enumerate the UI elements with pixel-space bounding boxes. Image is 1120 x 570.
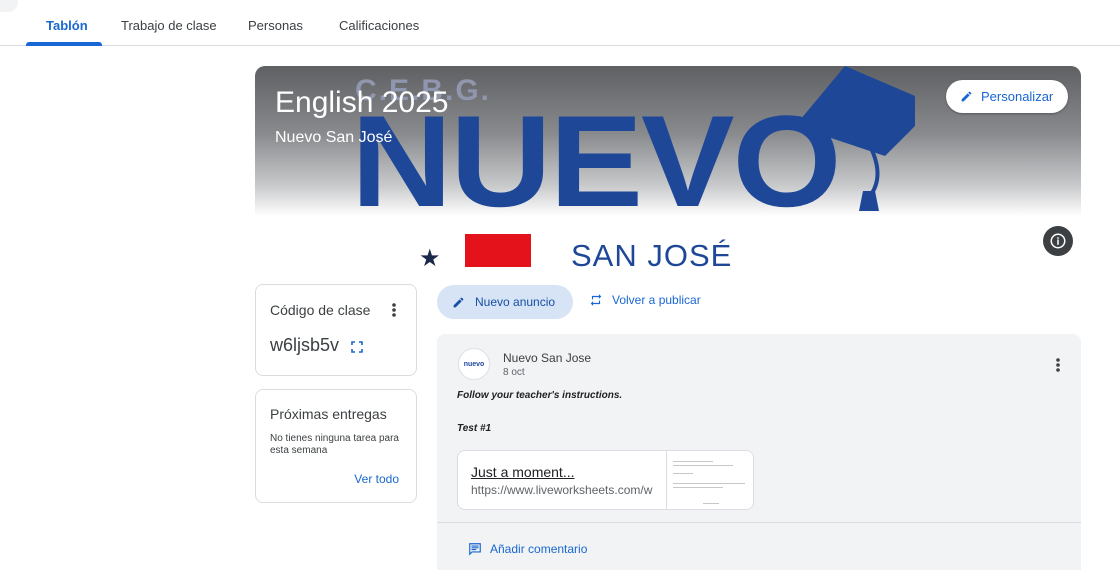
view-all-link[interactable]: Ver todo — [354, 472, 399, 486]
class-code-value: w6ljsb5v — [270, 335, 340, 355]
tab-grades[interactable]: Calificaciones — [339, 18, 419, 33]
post-author: Nuevo San Jose — [503, 351, 592, 365]
post-date: 8 oct — [503, 367, 525, 378]
top-tab-bar: Tablón Trabajo de clase Personas Calific… — [0, 0, 1120, 46]
star-icon: ★ — [419, 245, 441, 272]
info-icon — [1050, 233, 1066, 249]
attachment-thumbnail — [666, 451, 753, 509]
class-code-card: Código de clase w6ljsb5v — [255, 284, 417, 376]
upcoming-description: No tienes ninguna tarea para esta semana — [270, 433, 399, 456]
new-announcement-label: Nuevo anuncio — [475, 295, 556, 309]
post-text-line-1: Follow your teacher's instructions. — [457, 390, 623, 401]
corner-mark — [0, 0, 18, 12]
upcoming-label: Próximas entregas — [270, 406, 387, 422]
repost-icon — [590, 294, 602, 306]
customize-button[interactable]: Personalizar — [946, 80, 1068, 113]
class-code-label: Código de clase — [270, 302, 371, 318]
add-comment-label: Añadir comentario — [490, 542, 588, 556]
tab-people[interactable]: Personas — [248, 18, 303, 33]
link-attachment[interactable]: Just a moment... https://www.liveworkshe… — [457, 450, 754, 510]
more-vert-icon[interactable] — [386, 301, 402, 319]
class-title: English 2025 — [275, 86, 449, 119]
more-vert-icon[interactable] — [1050, 356, 1066, 374]
post-text-line-2: Test #1 — [457, 423, 492, 434]
post-divider — [437, 522, 1081, 523]
attachment-title: Just a moment... — [471, 464, 575, 480]
logo-bottom-text: SAN JOSÉ — [571, 238, 733, 273]
class-banner: C.E.B.G. NUEVO ★ SAN JOSÉ English 2025 N… — [255, 66, 1081, 278]
fullscreen-icon[interactable] — [351, 341, 363, 353]
repost-label: Volver a publicar — [612, 293, 701, 307]
graduation-cap-icon — [795, 66, 915, 211]
announcement-post: nuevo Nuevo San Jose 8 oct Follow your t… — [437, 334, 1081, 570]
customize-label: Personalizar — [981, 89, 1054, 104]
avatar: nuevo — [458, 348, 490, 380]
tab-stream[interactable]: Tablón — [46, 18, 88, 33]
info-button[interactable] — [1043, 226, 1073, 256]
add-comment-button[interactable]: Añadir comentario — [468, 542, 587, 556]
upcoming-card: Próximas entregas No tienes ninguna tare… — [255, 389, 417, 503]
comment-icon — [469, 543, 481, 556]
flag-graphic — [465, 234, 531, 267]
repost-button[interactable]: Volver a publicar — [589, 293, 701, 307]
pencil-icon — [961, 91, 972, 102]
tab-classwork[interactable]: Trabajo de clase — [121, 18, 217, 33]
new-announcement-button[interactable]: Nuevo anuncio — [437, 285, 573, 319]
class-subtitle: Nuevo San José — [275, 129, 393, 146]
pencil-icon — [453, 297, 464, 307]
active-tab-indicator — [26, 42, 102, 46]
attachment-url: https://www.liveworksheets.com/w — [471, 483, 653, 497]
